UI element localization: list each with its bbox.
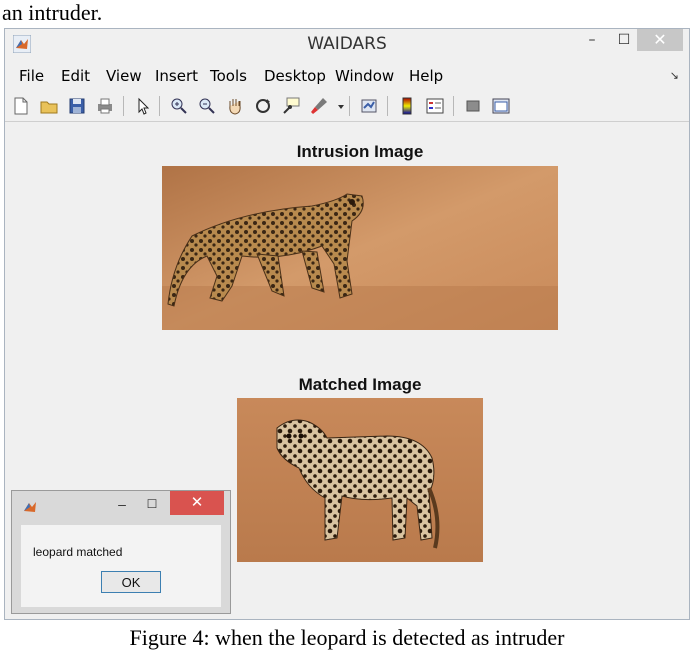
toolbar-separator xyxy=(349,96,350,116)
menu-insert[interactable]: Insert xyxy=(155,67,198,85)
body-text-fragment: an intruder. xyxy=(2,0,103,25)
rotate-3d-icon[interactable] xyxy=(253,96,273,116)
menu-bar: File Edit View Insert Tools Desktop Wind… xyxy=(5,63,689,89)
brush-icon[interactable] xyxy=(309,96,329,116)
menu-view[interactable]: View xyxy=(106,67,142,85)
print-icon[interactable] xyxy=(95,96,115,116)
minimize-button[interactable]: – xyxy=(575,29,609,51)
menu-tools[interactable]: Tools xyxy=(210,67,247,85)
save-icon[interactable] xyxy=(67,96,87,116)
link-plot-icon[interactable] xyxy=(359,96,379,116)
menu-edit[interactable]: Edit xyxy=(61,67,90,85)
data-cursor-icon[interactable] xyxy=(281,96,301,116)
close-button[interactable]: ✕ xyxy=(637,29,683,51)
figure-toolbar xyxy=(5,91,689,122)
pan-hand-icon[interactable] xyxy=(225,96,245,116)
dialog-close-button[interactable]: ✕ xyxy=(170,491,224,515)
toolbar-separator xyxy=(387,96,388,116)
zoom-out-icon[interactable] xyxy=(197,96,217,116)
ok-button[interactable]: OK xyxy=(101,571,161,593)
matched-image xyxy=(237,398,483,562)
menu-dock-arrow-icon[interactable]: ↘ xyxy=(670,69,679,82)
dialog-minimize-button[interactable]: – xyxy=(110,493,134,515)
new-file-icon[interactable] xyxy=(11,96,31,116)
maximize-button[interactable]: ☐ xyxy=(607,29,641,51)
show-plot-tools-icon[interactable] xyxy=(491,96,511,116)
dialog-body: leopard matched OK xyxy=(21,525,221,607)
intrusion-image xyxy=(162,166,558,330)
pointer-icon[interactable] xyxy=(133,96,153,116)
menu-window[interactable]: Window xyxy=(335,67,394,85)
hide-plot-tools-icon[interactable] xyxy=(463,96,483,116)
menu-file[interactable]: File xyxy=(19,67,44,85)
legend-icon[interactable] xyxy=(425,96,445,116)
matched-image-title: Matched Image xyxy=(298,375,422,394)
toolbar-separator xyxy=(453,96,454,116)
toolbar-separator xyxy=(123,96,124,116)
menu-help[interactable]: Help xyxy=(409,67,443,85)
message-dialog: – ☐ ✕ leopard matched OK xyxy=(11,490,231,614)
open-folder-icon[interactable] xyxy=(39,96,59,116)
intrusion-image-title: Intrusion Image xyxy=(296,142,424,161)
brush-dropdown-icon[interactable] xyxy=(331,96,344,116)
zoom-in-icon[interactable] xyxy=(169,96,189,116)
dialog-message: leopard matched xyxy=(33,545,123,559)
colorbar-icon[interactable] xyxy=(397,96,417,116)
toolbar-separator xyxy=(159,96,160,116)
dialog-maximize-button[interactable]: ☐ xyxy=(140,493,164,515)
window-titlebar[interactable]: WAIDARS – ☐ ✕ xyxy=(5,29,689,59)
figure-caption: Figure 4: when the leopard is detected a… xyxy=(129,625,565,650)
menu-desktop[interactable]: Desktop xyxy=(264,67,326,85)
matlab-logo-icon xyxy=(24,502,36,512)
